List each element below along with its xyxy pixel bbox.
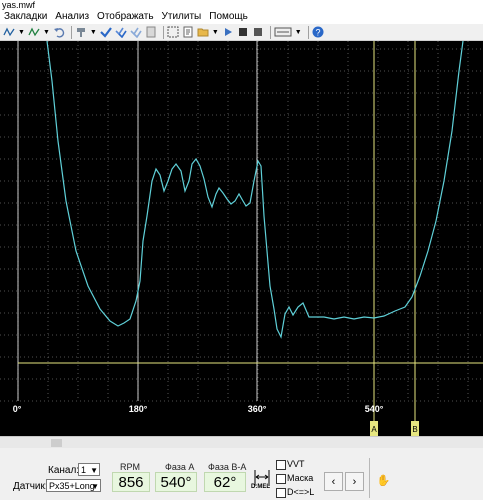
sensor-value: Px35+Long [49, 481, 95, 491]
chevron-down-icon[interactable]: ▼ [43, 29, 50, 36]
layout-icon[interactable] [274, 26, 292, 38]
undo-icon[interactable] [53, 26, 65, 38]
chevron-down-icon[interactable]: ▼ [90, 29, 97, 36]
phase-ba-value: 62° [204, 472, 246, 492]
scope-grid [0, 41, 483, 402]
x-tick-180: 180° [129, 404, 148, 414]
cursor-icon[interactable] [75, 26, 87, 38]
marker-a-label: A [371, 425, 377, 434]
toolbar-separator [162, 25, 164, 39]
menu-analysis[interactable]: Анализ [51, 10, 93, 24]
phase-ba-label: Фаза B-A [208, 462, 247, 472]
record-icon[interactable] [252, 26, 264, 38]
x-tick-360: 360° [248, 404, 267, 414]
play-icon[interactable] [222, 26, 234, 38]
document-icon[interactable] [145, 26, 157, 38]
menu-bookmarks[interactable]: Закладки [0, 10, 51, 24]
measure-icon[interactable]: D:MEL [251, 468, 273, 494]
help-icon[interactable]: ? [312, 26, 324, 38]
chevron-down-icon[interactable]: ▼ [295, 29, 302, 36]
hand-tool-button[interactable]: ✋ [374, 472, 393, 491]
menu-display[interactable]: Отображать [93, 10, 157, 24]
toolbar-separator [269, 25, 271, 39]
window-title: yas.mwf [0, 0, 483, 10]
rpm-label: RPM [120, 462, 140, 472]
check-icon[interactable] [100, 26, 112, 38]
chevron-down-icon: ▼ [91, 482, 99, 491]
dl-label: D<=>L [287, 487, 315, 497]
panel-separator [369, 458, 370, 498]
x-tick-540: 540° [365, 404, 384, 414]
menu-utilities[interactable]: Утилиты [158, 10, 206, 24]
phase-a-value: 540° [155, 472, 197, 492]
menu-help[interactable]: Помощь [205, 10, 252, 24]
scrollbar-thumb[interactable] [51, 439, 62, 447]
x-tick-0: 0° [13, 404, 22, 414]
check-all-icon[interactable] [115, 26, 127, 38]
vvt-checkbox[interactable] [276, 460, 286, 470]
chevron-down-icon[interactable]: ▼ [18, 29, 25, 36]
measure-icon-label: D:MEL [251, 484, 270, 490]
chevron-down-icon: ▼ [90, 466, 98, 475]
chevron-down-icon[interactable]: ▼ [212, 29, 219, 36]
marker-b-tag: B [411, 421, 419, 436]
folder-icon[interactable] [197, 26, 209, 38]
oscilloscope-display[interactable]: 0° 180° 360° 540° A B [0, 41, 483, 436]
stop-icon[interactable] [237, 26, 249, 38]
channel-select[interactable]: 1 ▼ [78, 463, 100, 476]
report-icon[interactable] [182, 26, 194, 38]
mask-checkbox[interactable] [276, 474, 286, 484]
channel-label: Канал: [48, 465, 80, 476]
sensor-label: Датчик: [13, 481, 48, 492]
control-panel: Канал: 1 ▼ Датчик: Px35+Long ▼ RPM 856 Фаз… [0, 448, 483, 500]
toolbar-separator [70, 25, 72, 39]
prev-button[interactable]: ‹ [324, 472, 343, 491]
toolbar-separator [307, 25, 309, 39]
sensor-select[interactable]: Px35+Long ▼ [46, 479, 101, 492]
toolbar: ▼ ▼ ▼ ▼ ▼ ? [0, 24, 483, 41]
menu-bar: Закладки Анализ Отображать Утилиты Помощ… [0, 10, 483, 24]
signal-b-icon[interactable] [28, 26, 40, 38]
marker-b-label: B [412, 425, 417, 434]
channel-value: 1 [81, 465, 87, 475]
waveform-trace [46, 41, 464, 339]
uncheck-icon[interactable] [130, 26, 142, 38]
svg-text:?: ? [315, 28, 320, 38]
dl-checkbox[interactable] [276, 488, 286, 498]
mask-label: Маска [287, 473, 314, 483]
next-button[interactable]: › [345, 472, 364, 491]
zoom-fit-icon[interactable] [167, 26, 179, 38]
vvt-label: VVT [287, 459, 305, 469]
scope-plot: 0° 180° 360° 540° A B [0, 41, 483, 436]
marker-a-tag: A [370, 421, 378, 436]
signal-a-icon[interactable] [3, 26, 15, 38]
phase-a-label: Фаза A [165, 462, 195, 472]
rpm-value: 856 [112, 472, 150, 492]
